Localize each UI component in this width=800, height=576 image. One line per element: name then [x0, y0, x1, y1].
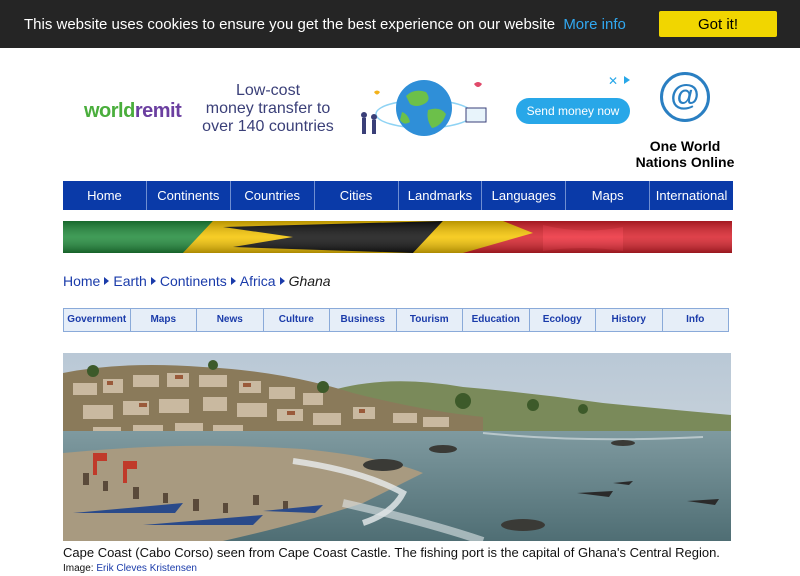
nav-item-maps[interactable]: Maps [566, 181, 651, 210]
nav-item-home[interactable]: Home [63, 181, 147, 210]
breadcrumb-africa[interactable]: Africa [240, 273, 276, 289]
nav-item-cities[interactable]: Cities [315, 181, 399, 210]
ghana-flag-banner [63, 221, 732, 253]
globe-illustration-icon [361, 80, 487, 136]
nav-item-countries[interactable]: Countries [231, 181, 315, 210]
subnav-info[interactable]: Info [663, 309, 729, 331]
advertisement-banner[interactable]: worldremit Low-cost money transfer to ov… [76, 68, 632, 158]
site-name-line-1: One World [649, 138, 721, 154]
breadcrumb-arrow-icon [279, 277, 285, 285]
subnav-tourism[interactable]: Tourism [397, 309, 463, 331]
breadcrumb-home[interactable]: Home [63, 273, 100, 289]
ad-line-3: over 140 countries [202, 118, 334, 135]
site-brand[interactable]: @ One World Nations Online [630, 72, 740, 170]
subnav-business[interactable]: Business [330, 309, 397, 331]
subnav-news[interactable]: News [197, 309, 264, 331]
photo-credit: Image: Erik Cleves Kristensen [63, 563, 197, 574]
breadcrumb-continents[interactable]: Continents [160, 273, 227, 289]
breadcrumb-earth[interactable]: Earth [113, 273, 146, 289]
ad-brand-left: world [84, 100, 135, 122]
breadcrumb-arrow-icon [150, 277, 156, 285]
one-world-logo-icon[interactable]: @ [660, 72, 710, 122]
country-sub-navigation: Government Maps News Culture Business To… [63, 308, 729, 332]
subnav-maps[interactable]: Maps [131, 309, 197, 331]
cookie-message-text: This website uses cookies to ensure you … [24, 16, 556, 33]
subnav-history[interactable]: History [596, 309, 663, 331]
cookie-more-info-link[interactable]: More info [563, 16, 626, 33]
site-name-line-2: Nations Online [635, 154, 735, 170]
breadcrumb-current: Ghana [288, 273, 331, 289]
subnav-government[interactable]: Government [64, 309, 131, 331]
ad-line-1: Low-cost [235, 82, 301, 99]
photo-credit-label: Image: [63, 563, 94, 574]
nav-item-landmarks[interactable]: Landmarks [399, 181, 483, 210]
subnav-education[interactable]: Education [463, 309, 530, 331]
nav-item-continents[interactable]: Continents [147, 181, 231, 210]
subnav-culture[interactable]: Culture [264, 309, 330, 331]
nav-item-languages[interactable]: Languages [482, 181, 567, 210]
breadcrumb: Home Earth Continents Africa Ghana [63, 273, 331, 289]
site-name: One World Nations Online [630, 138, 740, 170]
ad-close-icon[interactable]: ✕ [608, 74, 618, 88]
photo-credit-link[interactable]: Erik Cleves Kristensen [96, 563, 197, 574]
cape-coast-photo [63, 353, 731, 541]
ad-line-2: money transfer to [205, 100, 331, 117]
photo-caption: Cape Coast (Cabo Corso) seen from Cape C… [63, 545, 720, 560]
nav-item-international[interactable]: International [650, 181, 733, 210]
cookie-message: This website uses cookies to ensure you … [24, 16, 626, 33]
ad-brand-logo: worldremit [84, 100, 182, 123]
cookie-accept-button[interactable]: Got it! [659, 11, 777, 37]
subnav-ecology[interactable]: Ecology [530, 309, 596, 331]
breadcrumb-arrow-icon [104, 277, 110, 285]
main-navigation: Home Continents Countries Cities Landmar… [63, 181, 733, 210]
breadcrumb-arrow-icon [230, 277, 236, 285]
ad-send-money-button[interactable]: Send money now [516, 98, 630, 124]
ad-brand-right: remit [134, 100, 182, 122]
ad-headline: Low-cost money transfer to over 140 coun… [200, 82, 336, 136]
cookie-banner: This website uses cookies to ensure you … [0, 0, 800, 48]
